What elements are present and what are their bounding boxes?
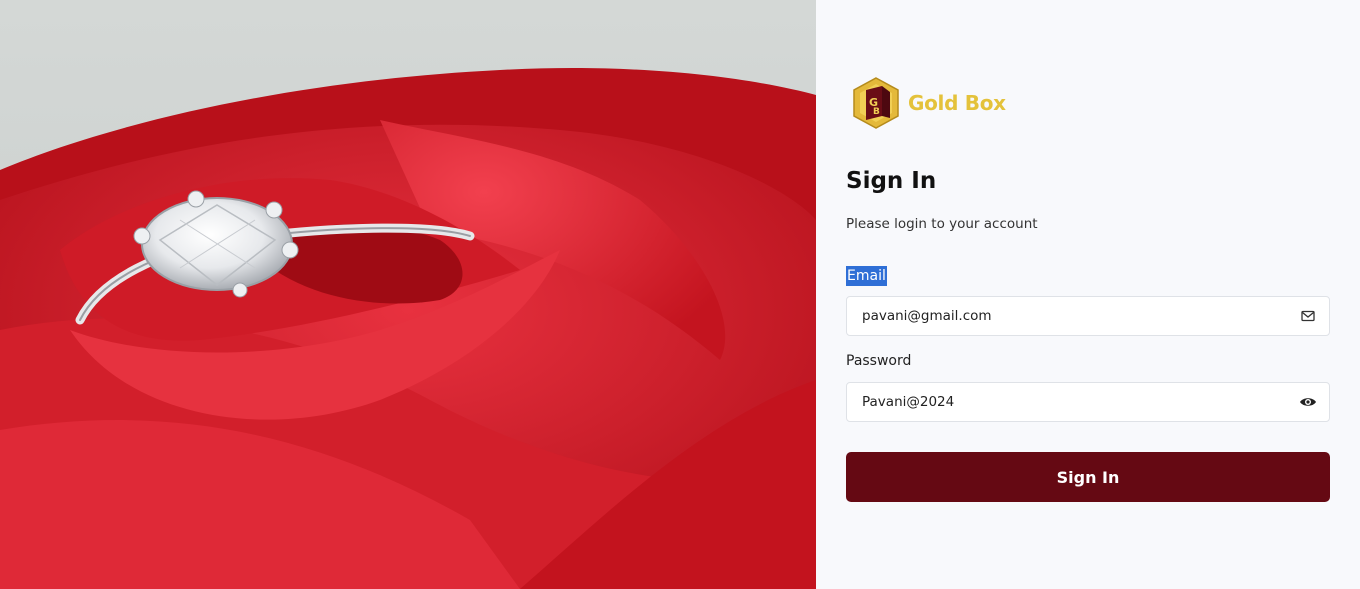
email-input[interactable] bbox=[862, 308, 1299, 324]
email-label: Email bbox=[846, 266, 887, 286]
svg-text:B: B bbox=[873, 107, 880, 117]
brand-name: Gold Box bbox=[908, 91, 1006, 115]
hero-image bbox=[0, 0, 816, 589]
mail-icon bbox=[1299, 307, 1317, 325]
password-field[interactable] bbox=[846, 382, 1330, 422]
password-input[interactable] bbox=[862, 394, 1299, 410]
rose-ring-illustration bbox=[0, 0, 816, 589]
sign-in-button[interactable]: Sign In bbox=[846, 452, 1330, 502]
gold-box-logo-icon: G B bbox=[853, 77, 899, 129]
brand-header: G B Gold Box bbox=[852, 76, 1006, 130]
password-label: Password bbox=[846, 353, 912, 369]
page-subtitle: Please login to your account bbox=[846, 216, 1038, 232]
eye-icon[interactable] bbox=[1299, 393, 1317, 411]
email-field[interactable] bbox=[846, 296, 1330, 336]
page-title: Sign In bbox=[846, 168, 937, 194]
